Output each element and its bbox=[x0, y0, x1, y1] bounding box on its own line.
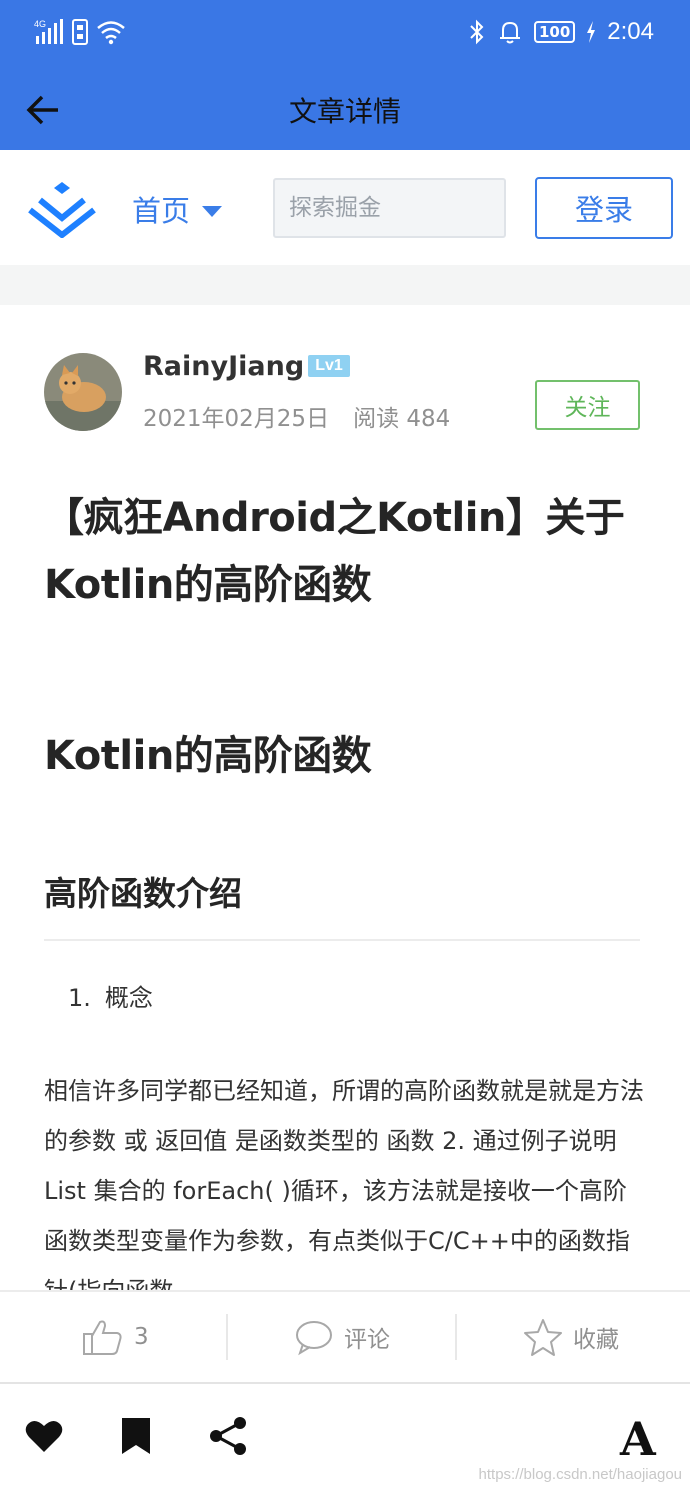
status-right: 100 2:04 bbox=[468, 18, 654, 46]
collect-label: 收藏 bbox=[573, 1327, 619, 1353]
font-size-button[interactable]: A bbox=[620, 1412, 656, 1466]
author-name[interactable]: RainyJiang bbox=[143, 351, 304, 382]
like-button[interactable]: 3 bbox=[82, 1292, 149, 1382]
watermark: https://blog.csdn.net/haojiagou bbox=[478, 1466, 682, 1483]
site-header: 首页 登录 bbox=[0, 150, 690, 265]
signal-icon: 4G bbox=[34, 19, 63, 44]
level-badge: Lv1 bbox=[308, 355, 350, 377]
comment-icon bbox=[296, 1321, 332, 1356]
article-meta: 2021年02月25日 阅读 484 bbox=[143, 399, 450, 433]
author-avatar[interactable] bbox=[44, 353, 122, 431]
sim-icon bbox=[72, 19, 88, 45]
search-input[interactable] bbox=[273, 178, 506, 238]
bookmark-icon[interactable] bbox=[120, 1416, 152, 1456]
comment-button[interactable]: 评论 bbox=[294, 1292, 390, 1382]
share-icon[interactable] bbox=[208, 1416, 248, 1456]
list-item: 1. 概念 bbox=[68, 978, 153, 1013]
list-item-text: 概念 bbox=[104, 984, 153, 1012]
home-nav-dropdown[interactable]: 首页 bbox=[132, 188, 223, 230]
comment-label: 评论 bbox=[344, 1327, 390, 1353]
read-count: 阅读 484 bbox=[353, 406, 451, 432]
status-bar: 4G 100 2:04 bbox=[0, 0, 690, 68]
header-spacer bbox=[0, 265, 690, 305]
action-divider bbox=[455, 1314, 457, 1360]
heart-icon[interactable] bbox=[24, 1416, 64, 1456]
status-left: 4G bbox=[34, 18, 126, 46]
star-icon bbox=[524, 1319, 562, 1356]
action-divider bbox=[226, 1314, 228, 1360]
juejin-logo-icon[interactable] bbox=[26, 180, 98, 238]
follow-button[interactable]: 关注 bbox=[535, 380, 640, 430]
bell-icon bbox=[499, 21, 520, 44]
article: RainyJiang Lv1 2021年02月25日 阅读 484 关注 【疯狂… bbox=[0, 305, 690, 1290]
bottom-toolbar: A https://blog.csdn.net/haojiagou bbox=[0, 1382, 690, 1492]
app-bar: 文章详情 bbox=[0, 68, 690, 150]
battery-indicator: 100 bbox=[533, 21, 576, 43]
status-time: 2:04 bbox=[607, 18, 654, 45]
heading-divider bbox=[44, 939, 640, 941]
thumbs-up-icon bbox=[83, 1320, 122, 1355]
like-count: 3 bbox=[134, 1324, 149, 1350]
network-type: 4G bbox=[34, 19, 46, 29]
collect-button[interactable]: 收藏 bbox=[523, 1292, 619, 1382]
article-heading-1: Kotlin的高阶函数 bbox=[44, 733, 372, 779]
article-heading-2: 高阶函数介绍 bbox=[44, 874, 242, 913]
login-button[interactable]: 登录 bbox=[535, 177, 673, 239]
bluetooth-icon bbox=[470, 19, 484, 45]
home-nav-label: 首页 bbox=[132, 194, 191, 228]
publish-date: 2021年02月25日 bbox=[143, 406, 330, 432]
wifi-icon bbox=[97, 21, 125, 45]
article-title: 【疯狂Android之Kotlin】关于Kotlin的高阶函数 bbox=[44, 495, 625, 608]
list-item-number: 1. bbox=[68, 984, 91, 1012]
charging-icon bbox=[587, 21, 596, 43]
action-bar: 3 评论 收藏 bbox=[0, 1290, 690, 1382]
article-paragraph: 相信许多同学都已经知道，所谓的高阶函数就是就是方法的参数 或 返回值 是函数类型… bbox=[44, 1077, 644, 1290]
page-title: 文章详情 bbox=[288, 95, 401, 128]
caret-down-icon bbox=[202, 205, 223, 217]
